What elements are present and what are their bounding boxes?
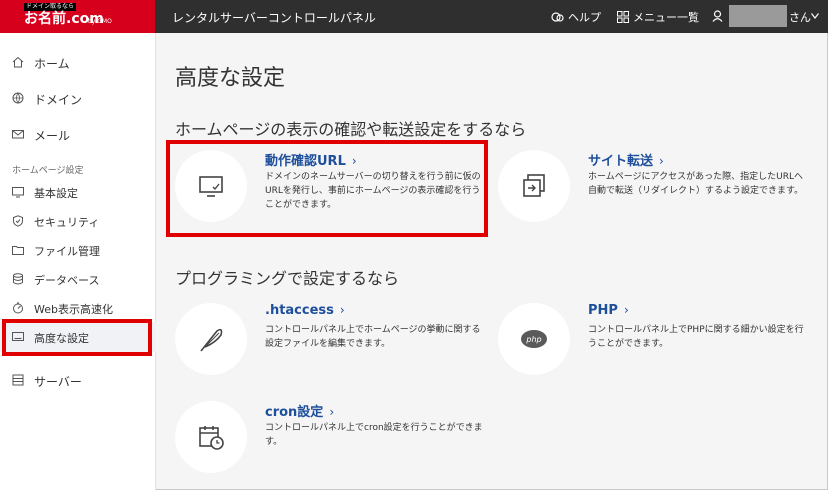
- sidebar-item-database[interactable]: データベース: [0, 264, 156, 294]
- sidebar-item-label: 基本設定: [34, 187, 78, 200]
- sidebar-item-label: データベース: [34, 274, 100, 287]
- main-content: 高度な設定 ホームページの表示の確認や転送設定をするなら 動作確認URL › ドメ…: [156, 33, 828, 490]
- grid-icon: [617, 11, 629, 23]
- sidebar-item-server[interactable]: サーバー: [0, 365, 156, 395]
- help-link[interactable]: ヘルプ: [551, 9, 601, 25]
- shield-icon: [13, 215, 23, 227]
- chevron-right-icon: ›: [623, 303, 629, 317]
- database-icon: [13, 273, 23, 285]
- card-icon-circle: [175, 303, 247, 375]
- user-icon[interactable]: [712, 10, 723, 22]
- chevron-right-icon: ›: [329, 405, 335, 419]
- sidebar-item-basic-settings[interactable]: 基本設定: [0, 177, 156, 207]
- card-title-text: サイト転送: [588, 154, 654, 169]
- feather-icon: [200, 328, 223, 352]
- card-title-text: .htaccess: [265, 303, 334, 318]
- card-icon-circle: [175, 401, 247, 473]
- card-description: コントロールパネル上でcron設定を行うことができます。: [265, 423, 483, 447]
- php-icon: php: [521, 330, 547, 348]
- section-title-display: ホームページの表示の確認や転送設定をするなら: [175, 120, 527, 139]
- page-title: 高度な設定: [175, 66, 286, 91]
- top-header: ドメイン取るなら お名前.com by GMO レンタルサーバーコントロールパネ…: [0, 0, 828, 33]
- highlight-box-test-url: [166, 140, 488, 237]
- help-icon: [551, 11, 564, 22]
- sidebar-item-label: ドメイン: [34, 93, 83, 107]
- logo-tagline: ドメイン取るなら: [24, 3, 77, 11]
- logo[interactable]: ドメイン取るなら お名前.com by GMO: [0, 0, 155, 33]
- card-htaccess[interactable]: .htaccess › コントロールパネル上でホームページの挙動に関する設定ファイ…: [175, 303, 495, 383]
- menu-list-label: メニュー一覧: [633, 11, 699, 24]
- sidebar-item-label: Web表示高速化: [34, 303, 113, 316]
- menu-list-link[interactable]: メニュー一覧: [617, 9, 699, 25]
- card-php[interactable]: php PHP › コントロールパネル上でPHPに関する細かい設定を行うことができ…: [498, 303, 818, 383]
- server-icon: [12, 374, 24, 386]
- card-title-text: PHP: [588, 303, 618, 318]
- section-title-programming: プログラミングで設定するなら: [175, 269, 400, 288]
- card-title[interactable]: cron設定 ›: [265, 401, 334, 420]
- card-title[interactable]: PHP ›: [588, 303, 629, 318]
- highlight-box-sidebar: [2, 319, 152, 356]
- sidebar-item-mail[interactable]: メール: [0, 119, 156, 149]
- globe-icon: [12, 92, 24, 104]
- sidebar-item-domain[interactable]: ドメイン: [0, 83, 156, 113]
- header-title: レンタルサーバーコントロールパネル: [172, 11, 376, 25]
- speed-icon: [13, 302, 23, 314]
- card-description: コントロールパネル上でホームページの挙動に関する設定ファイルを編集できます。: [265, 325, 481, 349]
- card-title[interactable]: サイト転送 ›: [588, 150, 664, 169]
- folder-icon: [12, 246, 24, 255]
- php-badge-text: php: [525, 335, 541, 344]
- sidebar: ホーム ドメイン メール ホームページ設定 基本設定 セキュリティ ファイル管理…: [0, 33, 156, 490]
- card-title[interactable]: .htaccess ›: [265, 303, 345, 318]
- calendar-clock-icon: [199, 426, 224, 450]
- chevron-right-icon: ›: [339, 303, 345, 317]
- user-suffix: さん: [789, 11, 811, 24]
- username-redacted: [729, 5, 787, 27]
- sidebar-item-label: セキュリティ: [34, 216, 100, 229]
- sidebar-item-label: ファイル管理: [34, 245, 100, 258]
- card-icon-circle: [498, 150, 570, 222]
- card-description: ホームページにアクセスがあった際、指定したURLへ自動で転送（リダイレクト）する…: [588, 172, 804, 196]
- sidebar-item-label: メール: [34, 129, 71, 143]
- card-title-text: cron設定: [265, 405, 324, 420]
- logo-sub: by GMO: [88, 18, 112, 25]
- card-cron[interactable]: cron設定 › コントロールパネル上でcron設定を行うことができます。: [175, 401, 495, 481]
- card-site-redirect[interactable]: サイト転送 › ホームページにアクセスがあった際、指定したURLへ自動で転送（リダ…: [498, 150, 818, 230]
- monitor-icon: [12, 187, 24, 198]
- sidebar-item-home[interactable]: ホーム: [0, 47, 156, 77]
- sidebar-item-label: ホーム: [34, 57, 70, 71]
- card-description: コントロールパネル上でPHPに関する細かい設定を行うことができます。: [588, 325, 804, 349]
- home-icon: [12, 56, 24, 68]
- chevron-right-icon: ›: [659, 154, 664, 168]
- help-label: ヘルプ: [568, 11, 601, 24]
- sidebar-item-file-manager[interactable]: ファイル管理: [0, 235, 156, 265]
- redirect-icon: [523, 174, 545, 197]
- sidebar-item-security[interactable]: セキュリティ: [0, 206, 156, 236]
- sidebar-section-label: ホームページ設定: [12, 166, 84, 176]
- sidebar-item-label: サーバー: [34, 375, 82, 389]
- card-icon-circle: php: [498, 303, 570, 375]
- chevron-down-icon[interactable]: [811, 13, 819, 19]
- mail-icon: [12, 130, 24, 139]
